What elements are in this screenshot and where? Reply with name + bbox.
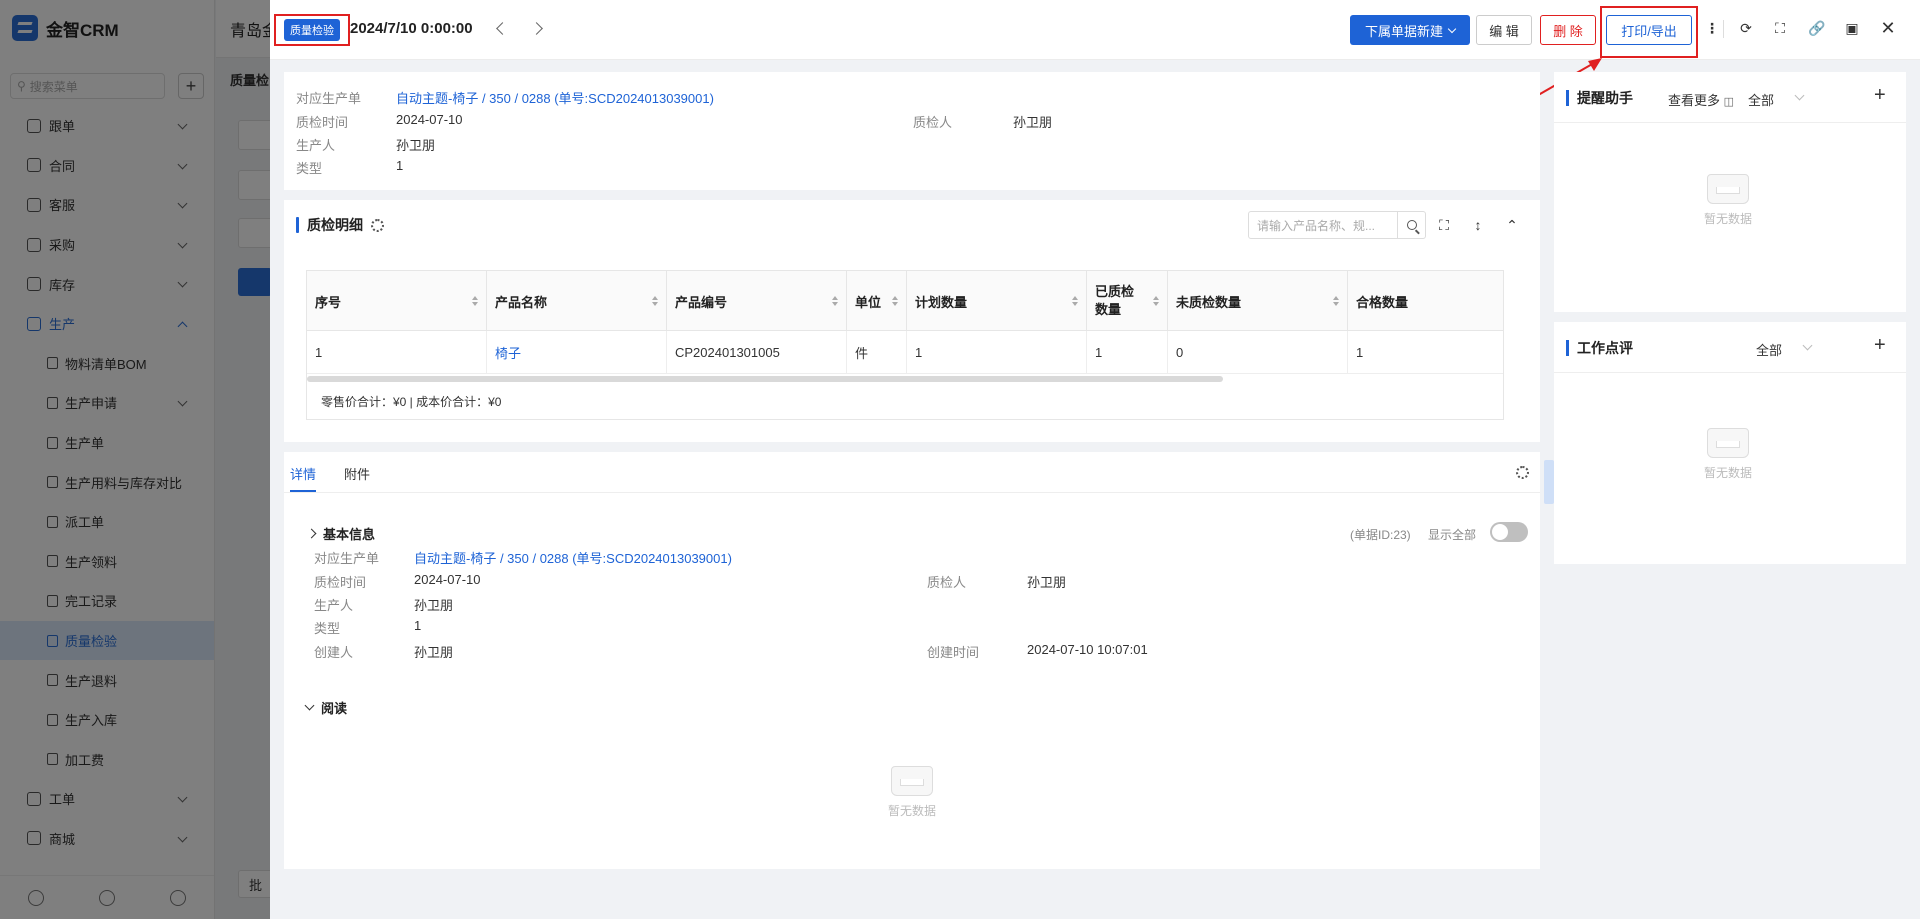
empty-state: 暂无数据 [872,766,952,819]
panel-divider [1554,372,1906,373]
empty-box-icon [1707,174,1749,204]
tab-attachments[interactable]: 附件 [344,464,370,483]
basic-info-header[interactable]: 基本信息 [306,524,375,543]
sort-icon[interactable] [652,296,658,306]
column-header[interactable]: 合格数量 [1348,271,1503,331]
column-header[interactable]: 序号 [307,271,487,331]
work-review-panel: 工作点评 全部 + 暂无数据 [1554,322,1906,564]
tabs-divider [284,492,1540,493]
column-header[interactable]: 计划数量 [907,271,1087,331]
review-filter-select[interactable]: 全部 [1756,340,1782,359]
reminder-title: 提醒助手 [1566,88,1633,108]
sort-icon[interactable] [472,296,478,306]
product-search-input[interactable]: 请输入产品名称、规... [1248,211,1398,239]
summary-card: 对应生产单 自动主题-椅子 / 350 / 0288 (单号:SCD202401… [284,72,1540,190]
tab-details[interactable]: 详情 [290,464,316,483]
drawer-title: 2024/7/10 0:00:00 [350,20,473,37]
field-created-time: 创建时间 2024-07-10 10:07:01 [927,642,1148,660]
document-id: (单据ID:23) [1350,528,1411,542]
chevron-right-icon [306,528,317,539]
panel-divider [1554,122,1906,123]
production-order-link[interactable]: 自动主题-椅子 / 350 / 0288 (单号:SCD202401303900… [414,548,732,567]
column-header[interactable]: 产品编号 [667,271,847,331]
work-review-title: 工作点评 [1566,338,1633,358]
search-button[interactable] [1398,211,1426,239]
sort-icon[interactable] [892,296,898,306]
table-row[interactable]: 1 椅子 CP202401301005 件 1 1 0 1 [307,331,1503,374]
summary-production-order: 对应生产单 自动主题-椅子 / 350 / 0288 (单号:SCD202401… [296,88,714,107]
show-all-toggle[interactable] [1490,522,1528,542]
field-type: 类型 1 [314,618,422,636]
reminder-panel: 提醒助手 查看更多 ◫ 全部 + 暂无数据 [1554,72,1906,312]
detail-drawer: 质量检验 2024/7/10 0:00:00 下属单据新建 编 辑 删 除 打印… [270,0,1920,919]
view-more-link[interactable]: 查看更多 ◫ [1668,90,1734,109]
product-name-link[interactable]: 椅子 [487,331,667,374]
drawer-toolbar: 质量检验 2024/7/10 0:00:00 下属单据新建 编 辑 删 除 打印… [270,0,1920,60]
previous-record-icon[interactable] [496,22,509,35]
production-order-link[interactable]: 自动主题-椅子 / 350 / 0288 (单号:SCD202401303900… [396,88,714,107]
gear-icon[interactable] [1516,466,1529,479]
show-all-label: 显示全部 [1428,528,1477,542]
fullscreen-icon[interactable]: ⛶ [1772,20,1788,36]
field-qc-time: 质检时间 2024-07-10 [314,572,481,590]
horizontal-scrollbar[interactable] [307,376,1223,382]
annotation-box-badge: 质量检验 [274,14,350,46]
print-export-button[interactable]: 打印/导出 [1606,15,1692,45]
reminder-filter-select[interactable]: 全部 [1748,90,1774,109]
window-icon[interactable]: ▣ [1844,20,1860,36]
toolbar-divider [1723,20,1724,38]
column-header[interactable]: 单位 [847,271,907,331]
field-inspector: 质检人 孙卫朋 [927,575,1067,590]
summary-type: 类型 1 [296,158,404,176]
delete-button[interactable]: 删 除 [1540,15,1596,45]
column-header[interactable]: 未质检数量 [1168,271,1348,331]
qc-detail-card: 质检明细 请输入产品名称、规... ⛶ ↕ ⌃ 序号 产品名称 产品编号 单位 … [284,200,1540,442]
column-header[interactable]: 已质检数量 [1087,271,1168,331]
close-icon[interactable]: ✕ [1880,19,1896,37]
gear-icon[interactable] [371,218,384,232]
empty-state: 暂无数据 [1688,174,1768,227]
sort-icon[interactable] [1153,296,1159,306]
edit-button[interactable]: 编 辑 [1476,15,1532,45]
row-height-icon[interactable]: ↕ [1470,217,1486,233]
sort-icon[interactable] [1072,296,1078,306]
add-review-icon[interactable]: + [1874,334,1886,357]
summary-inspector: 质检人 孙卫朋 [913,115,1053,130]
chevron-down-icon [1447,24,1457,33]
empty-box-icon [1707,428,1749,458]
empty-box-icon [891,766,933,796]
detail-tabs-card: 详情 附件 基本信息 (单据ID:23) 显示全部 对应生产单 自动主题-椅子 … [284,452,1540,869]
table-header: 序号 产品名称 产品编号 单位 计划数量 已质检数量 未质检数量 合格数量 [307,271,1503,331]
field-producer: 生产人 孙卫朋 [314,598,454,613]
field-creator: 创建人 孙卫朋 [314,645,454,660]
table-summary: 零售价合计：¥0 | 成本价合计：¥0 [321,395,502,409]
summary-qc-time: 质检时间 2024-07-10 [296,112,463,130]
column-header[interactable]: 产品名称 [487,271,667,331]
link-icon[interactable]: 🔗 [1808,20,1825,36]
refresh-icon[interactable]: ⟳ [1738,20,1754,36]
create-sub-document-button[interactable]: 下属单据新建 [1350,15,1470,45]
doc-type-badge: 质量检验 [284,19,340,41]
chevron-down-icon [1794,90,1805,101]
open-icon: ◫ [1723,96,1735,108]
chevron-down-icon [1802,340,1813,351]
collapse-up-icon[interactable]: ⌃ [1504,217,1520,233]
summary-producer: 生产人 孙卫朋 [296,138,436,153]
side-panel-toggle[interactable] [1544,460,1554,504]
search-icon [1406,220,1417,230]
more-icon[interactable]: ⋮ [1704,20,1720,36]
qc-detail-table: 序号 产品名称 产品编号 单位 计划数量 已质检数量 未质检数量 合格数量 1 … [306,270,1504,420]
next-record-icon[interactable] [530,22,543,35]
expand-icon[interactable]: ⛶ [1436,217,1452,233]
empty-state: 暂无数据 [1688,428,1768,481]
qc-detail-title: 质检明细 [296,215,384,235]
sort-icon[interactable] [1333,296,1339,306]
field-production-order: 对应生产单 自动主题-椅子 / 350 / 0288 (单号:SCD202401… [314,548,732,567]
add-reminder-icon[interactable]: + [1874,84,1886,107]
chevron-down-icon [304,700,315,711]
read-header[interactable]: 阅读 [304,698,347,717]
sort-icon[interactable] [832,296,838,306]
